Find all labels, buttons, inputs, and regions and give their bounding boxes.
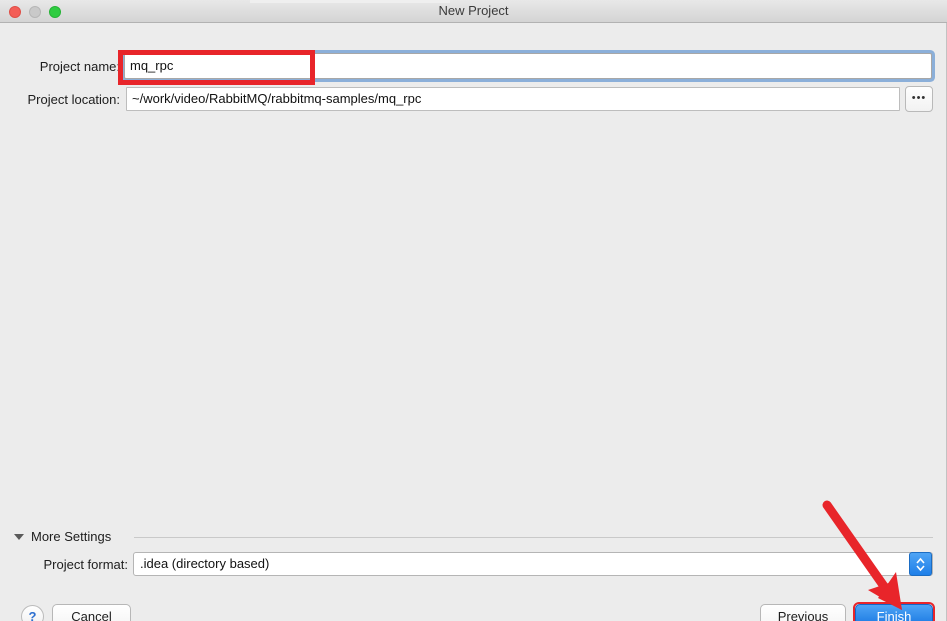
previous-button[interactable]: Previous <box>760 604 846 621</box>
dialog-body: Project name: mq_rpc Project location: ~… <box>0 23 947 621</box>
new-project-dialog: New Project Project name: mq_rpc Project… <box>0 0 947 621</box>
title-bar: New Project <box>0 0 947 23</box>
project-format-stepper[interactable] <box>909 552 932 576</box>
chevron-up-down-icon <box>916 557 925 572</box>
more-settings-section[interactable]: More Settings <box>14 527 933 547</box>
help-button[interactable]: ? <box>21 605 44 621</box>
more-settings-label: More Settings <box>31 529 112 544</box>
project-name-label: Project name: <box>39 59 120 74</box>
project-location-input[interactable]: ~/work/video/RabbitMQ/rabbitmq-samples/m… <box>126 87 900 111</box>
finish-button[interactable]: Finish <box>855 604 933 621</box>
chevron-down-icon[interactable] <box>14 534 24 540</box>
browse-ellipsis-button[interactable]: ••• <box>905 86 933 112</box>
window-title: New Project <box>438 3 509 18</box>
project-name-input[interactable]: mq_rpc <box>124 53 932 79</box>
project-location-label: Project location: <box>27 92 121 107</box>
project-format-label: Project format: <box>43 557 128 572</box>
cancel-button[interactable]: Cancel <box>52 604 131 621</box>
section-divider <box>134 537 933 538</box>
project-format-select[interactable]: .idea (directory based) <box>133 552 933 576</box>
